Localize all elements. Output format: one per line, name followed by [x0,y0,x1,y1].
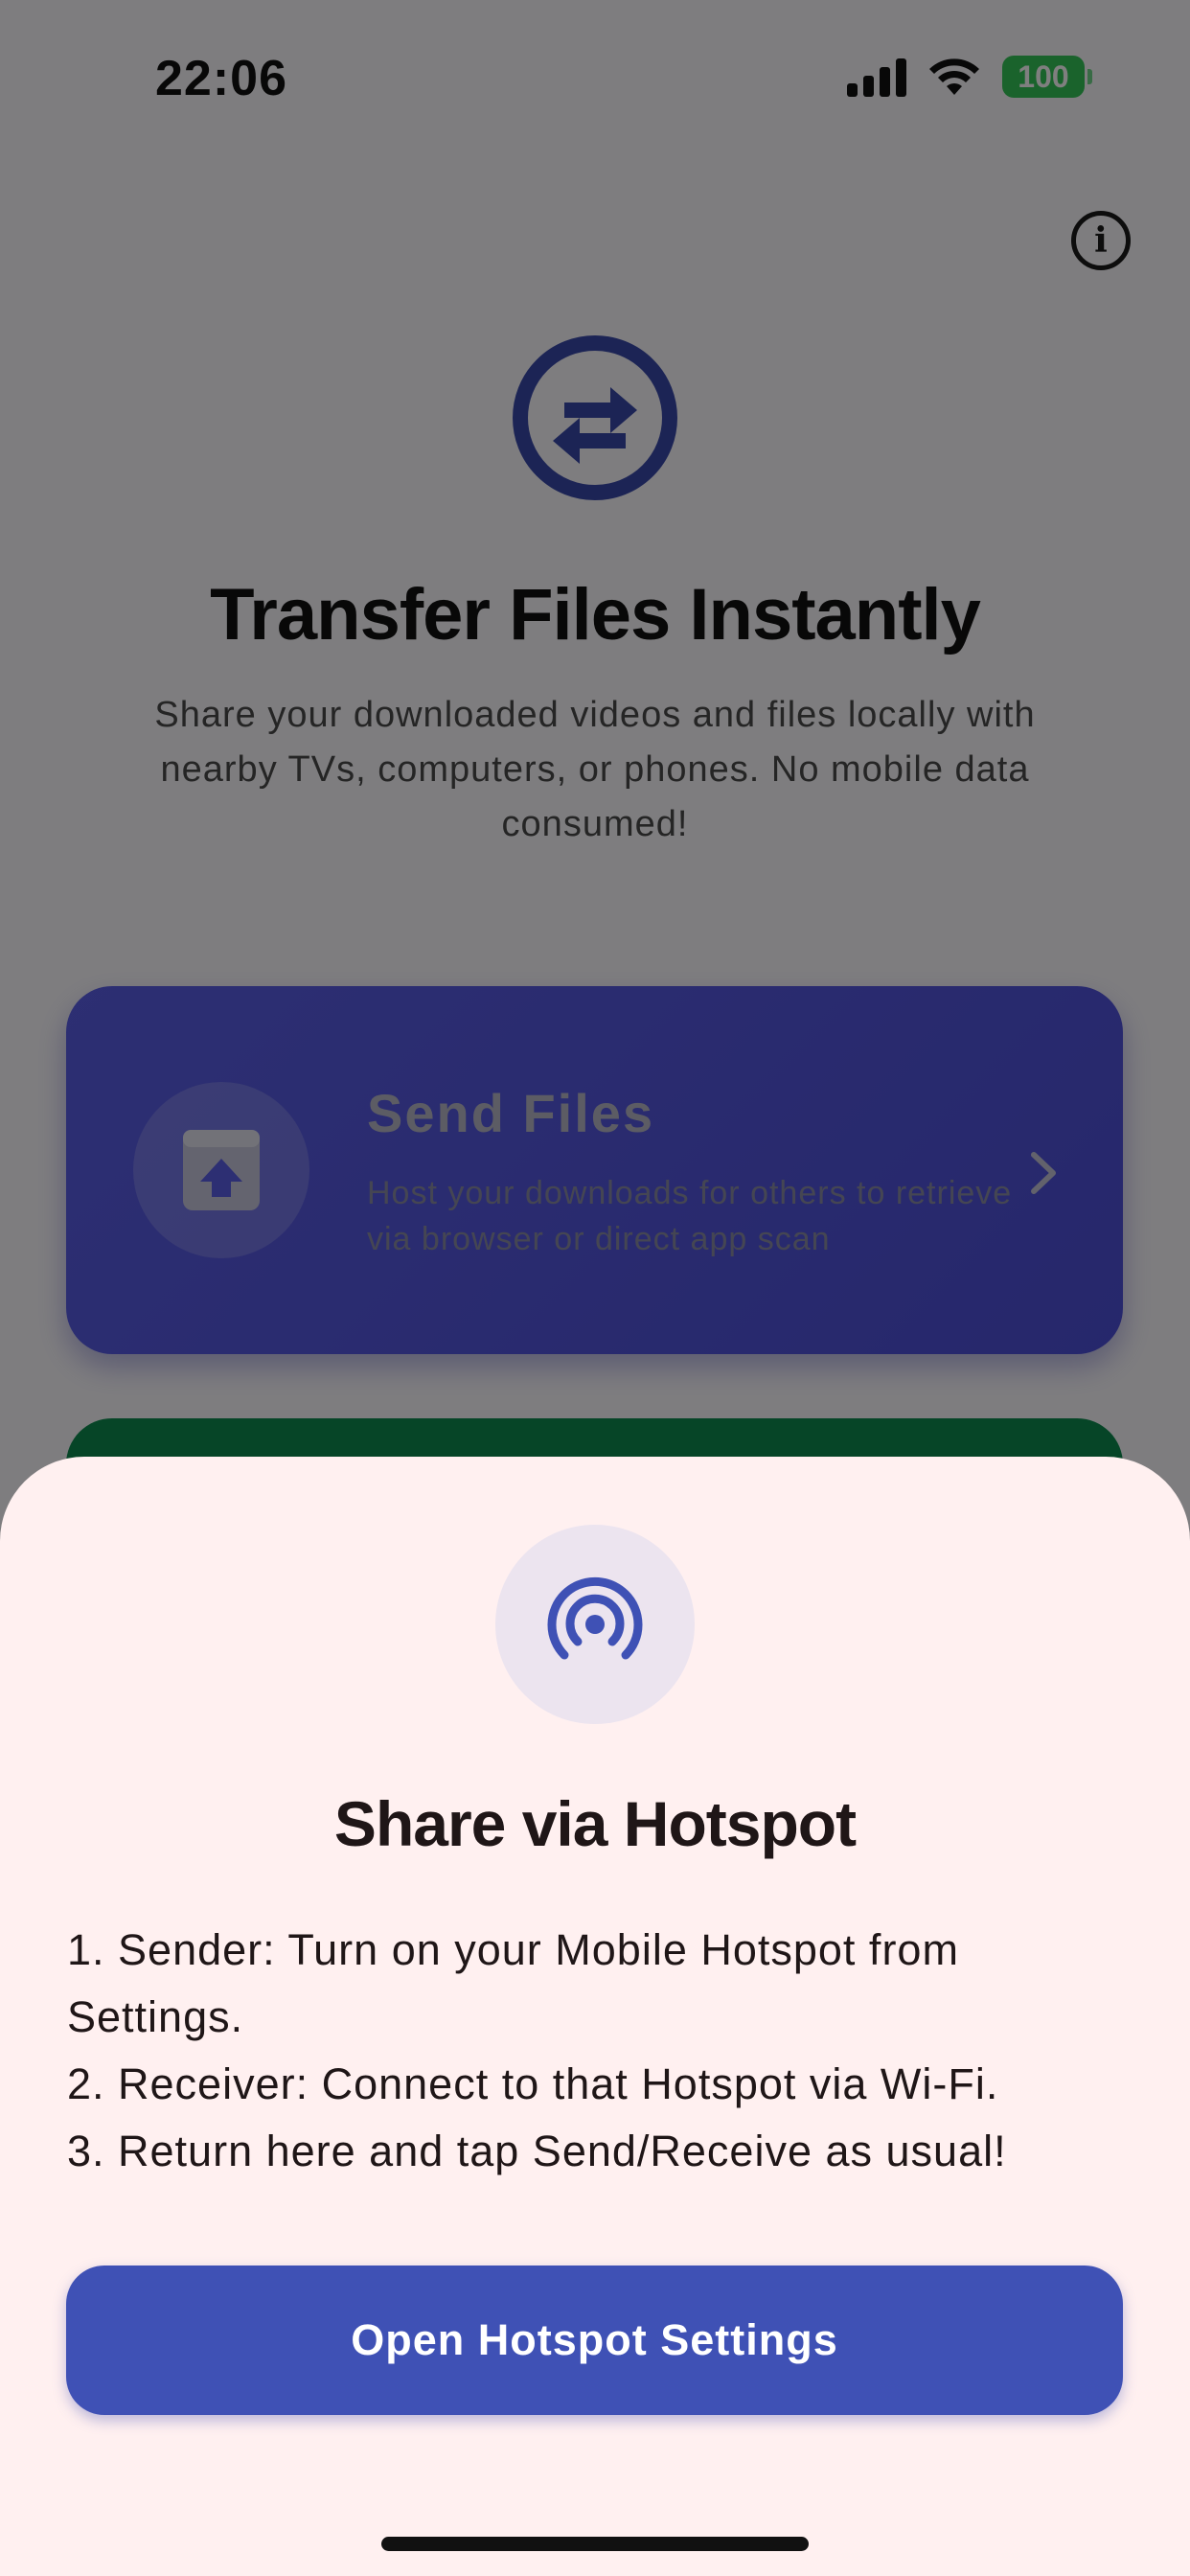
instruction-step: 3. Return here and tap Send/Receive as u… [67,2127,1007,2175]
sheet-title: Share via Hotspot [333,1788,857,1859]
hotspot-icon [547,1576,643,1660]
hotspot-icon-container [495,1525,695,1724]
open-hotspot-settings-button[interactable]: Open Hotspot Settings [66,2266,1123,2415]
instruction-step: 1. Sender: Turn on your Mobile Hotspot f… [67,1925,959,2041]
hotspot-bottom-sheet: Share via Hotspot 1. Sender: Turn on you… [0,1457,1190,2576]
hotspot-instructions: 1. Sender: Turn on your Mobile Hotspot f… [67,1917,1131,2185]
instruction-step: 2. Receiver: Connect to that Hotspot via… [67,2059,999,2108]
app-screen: 22:06 100 i Transfer Files Instantly Sha… [0,0,1190,2576]
home-indicator[interactable] [381,2537,809,2551]
